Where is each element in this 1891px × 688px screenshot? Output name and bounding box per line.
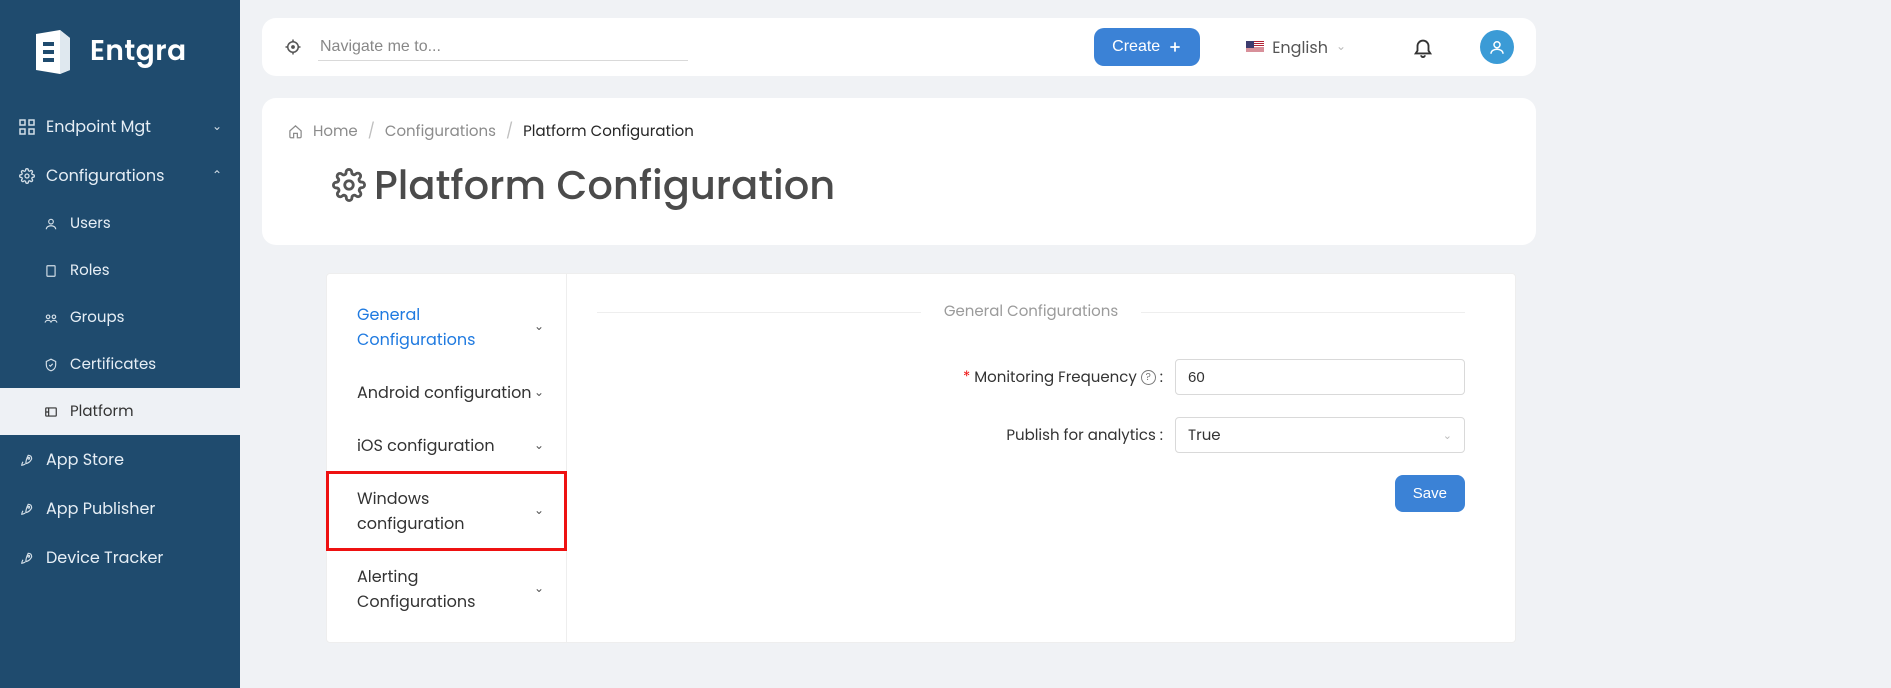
rocket-icon <box>18 551 36 565</box>
sidebar-item-label: Users <box>70 212 111 235</box>
content-card: General Configurations ⌄ Android configu… <box>326 273 1516 643</box>
platform-icon <box>42 405 60 419</box>
sidebar-item-label: Certificates <box>70 353 156 376</box>
user-icon <box>1488 38 1506 56</box>
sidebar-item-label: Platform <box>70 400 134 423</box>
monitoring-frequency-input[interactable] <box>1175 359 1465 395</box>
target-icon <box>284 38 302 56</box>
chevron-down-icon: ⌄ <box>534 384 544 402</box>
home-icon <box>288 124 303 139</box>
sidebar: Entgra Endpoint Mgt ⌄ Configurations ⌃ U… <box>0 0 240 688</box>
sidebar-item-device-tracker[interactable]: Device Tracker <box>0 533 240 582</box>
groups-icon <box>42 311 60 325</box>
brand-text: Entgra <box>90 30 187 72</box>
flag-us-icon <box>1246 41 1264 53</box>
label-text: Monitoring Frequency <box>974 366 1137 389</box>
help-icon[interactable]: ? <box>1141 370 1156 385</box>
config-tabs: General Configurations ⌄ Android configu… <box>327 274 567 642</box>
chevron-up-icon: ⌃ <box>212 167 222 185</box>
sidebar-item-label: App Publisher <box>46 496 155 521</box>
sidebar-item-groups[interactable]: Groups <box>0 294 240 341</box>
avatar[interactable] <box>1480 30 1514 64</box>
form-row-monitoring: * Monitoring Frequency ? : <box>597 359 1465 395</box>
config-tab-label: Android configuration <box>357 380 532 405</box>
chevron-down-icon: ⌄ <box>534 580 544 598</box>
save-row: Save <box>597 475 1465 512</box>
sidebar-item-endpoint-mgt[interactable]: Endpoint Mgt ⌄ <box>0 102 240 151</box>
language-selector[interactable]: English ⌄ <box>1246 35 1346 60</box>
navigate-input[interactable] <box>318 34 688 61</box>
gear-icon <box>332 168 366 202</box>
page-title-text: Platform Configuration <box>374 155 835 215</box>
plus-icon <box>1168 40 1182 54</box>
rocket-icon <box>18 453 36 467</box>
config-tab-label: iOS configuration <box>357 433 495 458</box>
config-tab-android[interactable]: Android configuration ⌄ <box>327 366 566 419</box>
sidebar-item-app-store[interactable]: App Store <box>0 435 240 484</box>
grid-icon <box>18 119 36 135</box>
breadcrumb-separator: / <box>368 120 375 143</box>
sidebar-item-platform[interactable]: Platform <box>0 388 240 435</box>
topbar: Create English ⌄ <box>262 18 1536 76</box>
breadcrumb-home[interactable]: Home <box>313 120 358 143</box>
required-icon: * <box>963 366 970 389</box>
sidebar-item-configurations[interactable]: Configurations ⌃ <box>0 151 240 200</box>
config-tab-label: General Configurations <box>357 302 534 352</box>
bell-icon[interactable] <box>1412 36 1434 58</box>
sidebar-item-label: App Store <box>46 447 124 472</box>
language-label: English <box>1272 35 1328 60</box>
sidebar-item-label: Roles <box>70 259 110 282</box>
form-row-analytics: Publish for analytics : True ⌄ <box>597 417 1465 453</box>
chevron-down-icon: ⌄ <box>534 437 544 455</box>
brand-logo: Entgra <box>0 0 240 102</box>
sidebar-item-roles[interactable]: Roles <box>0 247 240 294</box>
chevron-down-icon: ⌄ <box>1336 38 1346 56</box>
breadcrumb: Home / Configurations / Platform Configu… <box>288 120 1510 143</box>
sidebar-item-certificates[interactable]: Certificates <box>0 341 240 388</box>
config-tab-alerting[interactable]: Alerting Configurations ⌄ <box>327 550 566 628</box>
sidebar-item-users[interactable]: Users <box>0 200 240 247</box>
chevron-down-icon: ⌄ <box>1443 427 1452 444</box>
analytics-label: Publish for analytics : <box>1006 424 1163 447</box>
config-tab-ios[interactable]: iOS configuration ⌄ <box>327 419 566 472</box>
shield-icon <box>42 358 60 372</box>
config-tab-general[interactable]: General Configurations ⌄ <box>327 288 566 366</box>
analytics-select[interactable]: True ⌄ <box>1175 417 1465 453</box>
save-label: Save <box>1413 485 1447 502</box>
panel-title: General Configurations <box>597 300 1465 323</box>
create-label: Create <box>1112 38 1160 56</box>
chevron-down-icon: ⌄ <box>534 318 544 336</box>
breadcrumb-separator: / <box>506 120 513 143</box>
breadcrumb-section[interactable]: Configurations <box>385 120 496 143</box>
monitoring-label: * Monitoring Frequency ? : <box>963 366 1163 389</box>
sidebar-item-label: Endpoint Mgt <box>46 114 151 139</box>
config-tab-label: Windows configuration <box>357 486 534 536</box>
chevron-down-icon: ⌄ <box>212 118 222 136</box>
page-title: Platform Configuration <box>332 155 1510 215</box>
create-button[interactable]: Create <box>1094 28 1200 66</box>
select-value: True <box>1188 424 1221 447</box>
chevron-down-icon: ⌄ <box>534 502 544 520</box>
config-tab-label: Alerting Configurations <box>357 564 534 614</box>
document-icon <box>42 264 60 278</box>
save-button[interactable]: Save <box>1395 475 1465 512</box>
rocket-icon <box>18 502 36 516</box>
sidebar-item-label: Groups <box>70 306 124 329</box>
page-header: Home / Configurations / Platform Configu… <box>262 98 1536 245</box>
sidebar-sub-configurations: Users Roles Groups Certificates <box>0 200 240 435</box>
config-panel: General Configurations * Monitoring Freq… <box>567 274 1515 642</box>
sidebar-item-label: Device Tracker <box>46 545 163 570</box>
label-text: Publish for analytics <box>1006 424 1155 447</box>
sidebar-item-label: Configurations <box>46 163 164 188</box>
breadcrumb-current: Platform Configuration <box>523 120 694 143</box>
gear-icon <box>18 168 36 184</box>
brand-icon <box>26 26 76 76</box>
main-content: Create English ⌄ Home / Configurations /… <box>240 0 1558 688</box>
config-tab-windows[interactable]: Windows configuration ⌄ <box>327 472 566 550</box>
user-icon <box>42 217 60 231</box>
sidebar-nav: Endpoint Mgt ⌄ Configurations ⌃ Users Ro… <box>0 102 240 582</box>
sidebar-item-app-publisher[interactable]: App Publisher <box>0 484 240 533</box>
